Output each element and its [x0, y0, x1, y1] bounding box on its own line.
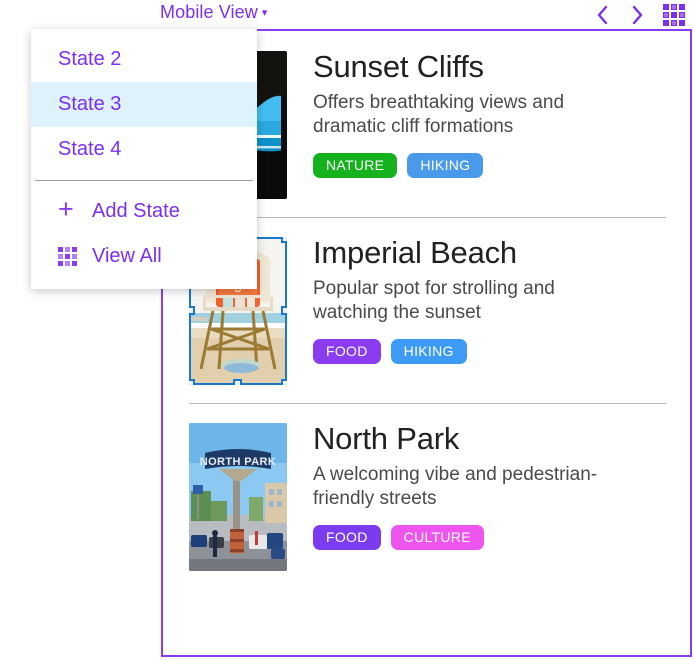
card-tag-row: FOOD HIKING	[313, 339, 666, 365]
chevron-down-icon: ▾	[261, 7, 268, 19]
card-description: A welcoming vibe and pedestrian-friendly…	[313, 463, 598, 510]
card-tag-row: NATURE HIKING	[313, 153, 666, 179]
card-description: Offers breathtaking views and dramatic c…	[313, 91, 565, 138]
menu-item-view-all[interactable]: View All	[31, 234, 257, 279]
tag-hiking[interactable]: HIKING	[390, 339, 467, 365]
card-description: Popular spot for strolling and watching …	[313, 277, 555, 324]
plus-icon: +	[58, 194, 74, 224]
tag-hiking[interactable]: HIKING	[407, 153, 484, 179]
tag-food[interactable]: FOOD	[313, 525, 381, 551]
tag-food[interactable]: FOOD	[313, 339, 381, 365]
menu-item-state-4[interactable]: State 4	[31, 127, 257, 172]
tag-culture[interactable]: CULTURE	[390, 525, 484, 551]
menu-item-label: State 3	[58, 93, 122, 115]
menu-item-label: View All	[92, 245, 162, 267]
menu-item-label: State 4	[58, 138, 122, 160]
card-title: Sunset Cliffs	[313, 49, 484, 84]
view-selector-label: Mobile View	[160, 2, 258, 22]
menu-item-state-2[interactable]: State 2	[31, 37, 257, 82]
card-title: North Park	[313, 421, 460, 456]
card-body: Sunset Cliffs Offers breathtaking views …	[287, 49, 666, 179]
card-thumbnail[interactable]: NORTH PARK	[189, 423, 287, 571]
north-park-sign-street-photo: NORTH PARK	[189, 423, 287, 571]
grid-icon	[58, 247, 84, 266]
place-card[interactable]: NORTH PARK North Park A welcoming vibe a…	[163, 403, 690, 589]
card-tag-row: FOOD CULTURE	[313, 525, 666, 551]
state-dropdown-menu: State 2 State 3 State 4 + Add State View…	[31, 29, 257, 289]
toolbar-nav-icons	[593, 0, 685, 30]
top-toolbar: Mobile View ▾	[0, 0, 693, 30]
card-title: Imperial Beach	[313, 235, 517, 270]
menu-item-label: State 2	[58, 48, 122, 70]
menu-item-label: Add State	[92, 200, 180, 222]
tag-nature[interactable]: NATURE	[313, 153, 398, 179]
chevron-left-icon[interactable]	[593, 4, 611, 26]
card-body: North Park A welcoming vibe and pedestri…	[287, 421, 666, 551]
card-body: Imperial Beach Popular spot for strollin…	[287, 235, 666, 365]
menu-divider	[35, 180, 253, 181]
menu-item-add-state[interactable]: + Add State	[31, 189, 257, 234]
menu-item-state-3[interactable]: State 3	[31, 82, 257, 127]
grid-view-icon[interactable]	[663, 4, 685, 26]
view-selector-dropdown-trigger[interactable]: Mobile View ▾	[160, 2, 267, 23]
chevron-right-icon[interactable]	[628, 4, 646, 26]
svg-text:NORTH PARK: NORTH PARK	[200, 456, 277, 468]
